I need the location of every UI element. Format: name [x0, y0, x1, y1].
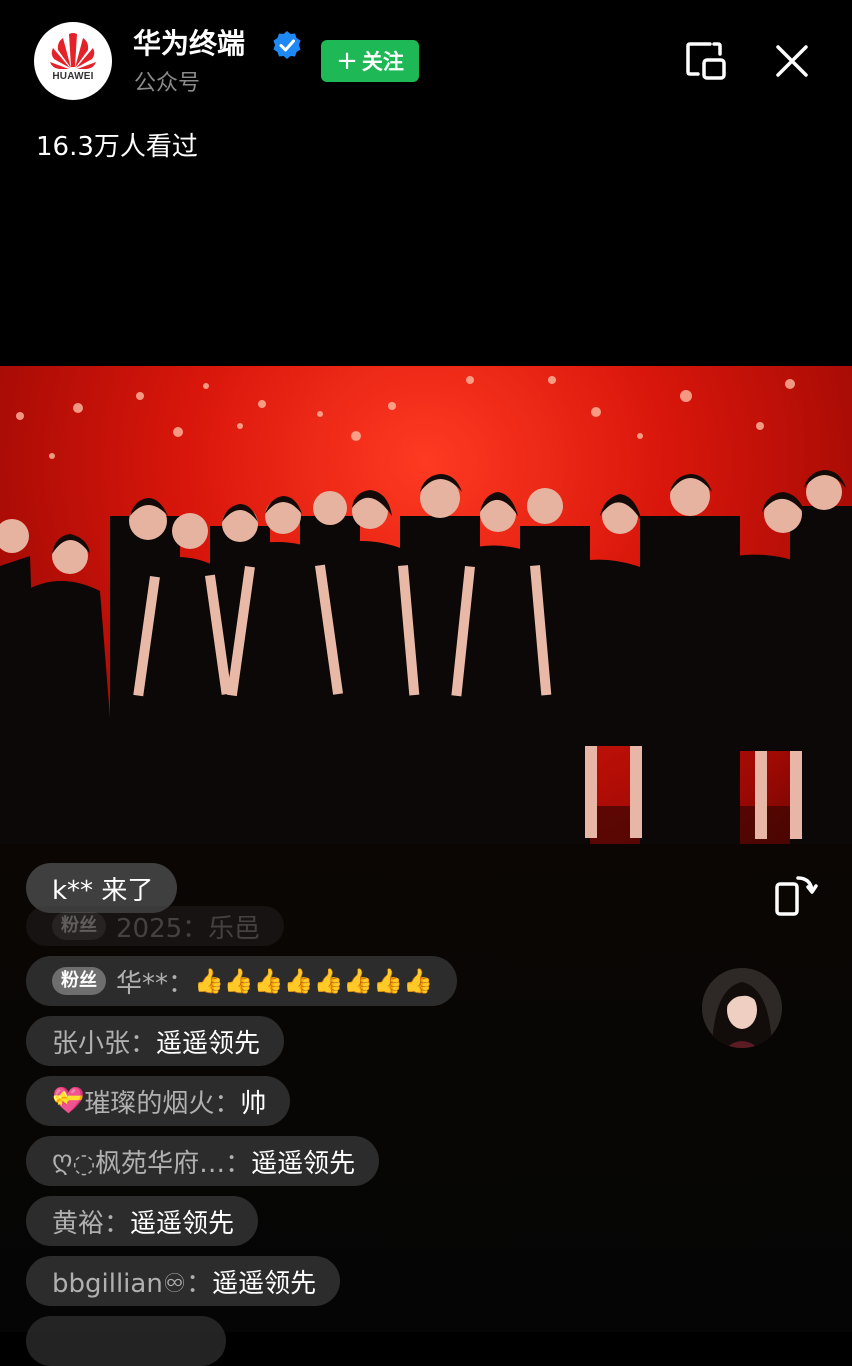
rotate-screen-icon[interactable] — [772, 872, 818, 918]
avatar-brand-text: HUAWEI — [52, 71, 94, 82]
comment-message: 帅 — [240, 1088, 267, 1119]
video-scene — [0, 376, 852, 844]
huawei-logo-icon — [50, 33, 96, 69]
close-icon[interactable] — [772, 41, 812, 81]
live-header: HUAWEI 华为终端 公众号 + 关注 — [0, 0, 852, 120]
comment-user: 华**： — [116, 968, 195, 999]
comment-text: 2025：乐邑 — [116, 913, 261, 944]
host-avatar[interactable] — [702, 968, 782, 1048]
comment-item[interactable]: 💝 璀璨的烟火： 帅 — [26, 1076, 291, 1126]
comment-message: 遥遥领先 — [251, 1148, 356, 1179]
verified-icon — [273, 31, 301, 59]
comment-message: 遥遥领先 — [156, 1028, 261, 1059]
comment-message: 遥遥领先 — [212, 1268, 317, 1299]
comment-message: 遥遥领先 — [130, 1208, 235, 1239]
comment-item[interactable]: 张小张： 遥遥领先 — [26, 1016, 285, 1066]
comment-user: 璀璨的烟火： — [84, 1088, 241, 1119]
join-message: k** 来了 — [52, 875, 154, 906]
comment-prefix: ღ — [52, 1146, 73, 1176]
comment-item-partial — [26, 1316, 226, 1366]
comment-item[interactable]: bbgillian♾： 遥遥领先 — [26, 1256, 341, 1306]
account-type: 公众号 — [134, 71, 201, 96]
comment-item[interactable]: 黄裕： 遥遥领先 — [26, 1196, 259, 1246]
comment-item[interactable]: ღ ◌枫苑华府…： 遥遥领先 — [26, 1136, 380, 1186]
account-name[interactable]: 华为终端 — [133, 26, 245, 62]
follow-label: 关注 — [361, 50, 404, 74]
fan-badge: 粉丝 — [52, 912, 106, 940]
comment-user: 黄裕： — [52, 1208, 131, 1239]
viewer-count: 16.3万人看过 — [36, 132, 198, 162]
comment-user: ◌枫苑华府…： — [72, 1148, 252, 1179]
comment-user: bbgillian♾： — [52, 1268, 213, 1299]
live-video[interactable] — [0, 366, 852, 844]
plus-icon: + — [336, 46, 358, 76]
comment-user: 张小张： — [52, 1028, 157, 1059]
fan-badge: 粉丝 — [52, 967, 106, 995]
heart-icon: 💝 — [52, 1086, 85, 1116]
floating-window-icon[interactable] — [684, 40, 728, 82]
follow-button[interactable]: + 关注 — [321, 40, 419, 82]
comment-faded: 粉丝 2025：乐邑 — [26, 906, 285, 946]
account-avatar[interactable]: HUAWEI — [34, 22, 112, 100]
host-portrait — [702, 968, 782, 1048]
comment-message: 👍👍👍👍👍👍👍👍 — [194, 967, 434, 995]
comment-item[interactable]: 粉丝 华**： 👍👍👍👍👍👍👍👍 — [26, 956, 458, 1006]
